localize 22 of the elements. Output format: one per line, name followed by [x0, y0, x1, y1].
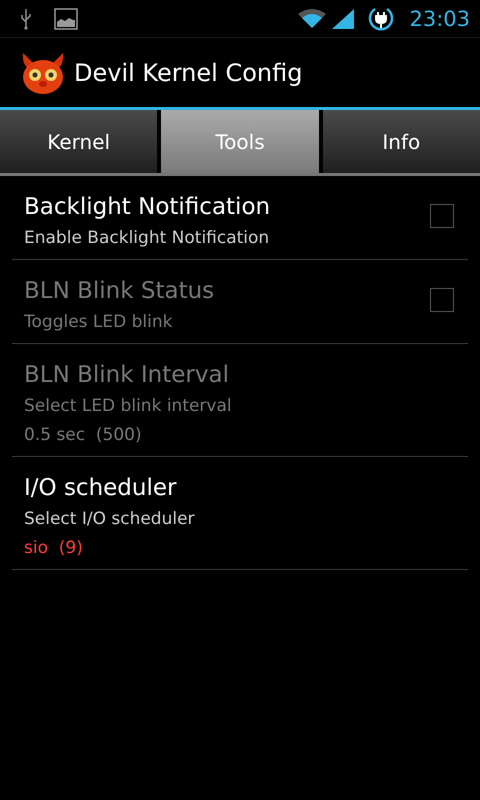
tab[interactable]: Info — [322, 110, 480, 173]
preference-title: BLN Blink Interval — [24, 361, 230, 390]
clock: 23:03 — [409, 6, 470, 30]
preference-item[interactable]: Backlight Notification Enable Backlight Notification — [12, 176, 468, 260]
image-icon — [54, 8, 78, 30]
preference-summary: Enable Backlight Notification — [24, 227, 270, 250]
preference-item[interactable]: I/O scheduler Select I/O scheduler sio (9) — [12, 457, 468, 570]
preference-summary: Toggles LED blink — [24, 311, 174, 334]
preference-summary: Select LED blink interval — [24, 395, 233, 418]
preference-title: BLN Blink Status — [24, 277, 216, 306]
checkbox[interactable] — [430, 204, 454, 228]
preference-value: sio (9) — [24, 537, 84, 560]
signal-icon — [331, 8, 356, 30]
app-title: Devil Kernel Config — [74, 58, 302, 86]
preference-value: 0.5 sec (500) — [24, 424, 143, 447]
tab[interactable]: Kernel — [0, 110, 158, 173]
preference-summary: Select I/O scheduler — [24, 508, 196, 531]
preference-title: I/O scheduler — [24, 474, 178, 503]
usb-icon — [20, 8, 32, 30]
preference-title: Backlight Notification — [24, 193, 272, 222]
wifi-icon — [297, 8, 328, 30]
devil-face-icon — [20, 50, 66, 94]
